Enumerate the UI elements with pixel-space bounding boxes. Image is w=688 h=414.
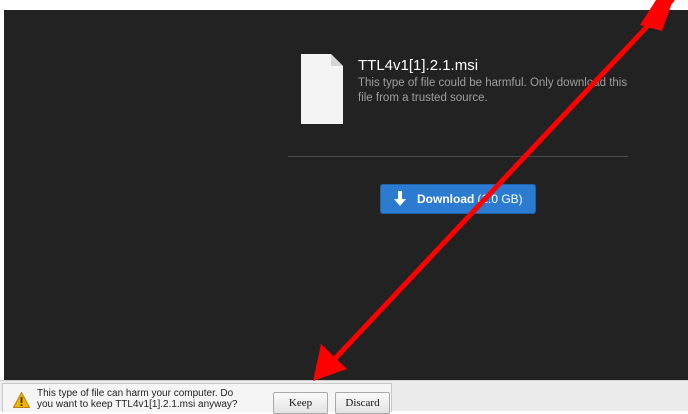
- download-warning-message: This type of file can harm your computer…: [37, 388, 267, 410]
- message-line-2: you want to keep TTL4v1[1].2.1.msi anywa…: [37, 399, 238, 410]
- download-label: Download: [417, 192, 475, 206]
- message-line-1: This type of file can harm your computer…: [37, 388, 234, 399]
- download-size: (1.0 GB): [477, 192, 523, 206]
- file-name: TTL4v1[1].2.1.msi: [358, 57, 479, 74]
- file-icon: [301, 54, 343, 124]
- download-button[interactable]: Download (1.0 GB): [380, 184, 536, 214]
- download-notification: This type of file can harm your computer…: [2, 383, 392, 414]
- divider: [288, 156, 628, 157]
- harmful-warning-text: This type of file could be harmful. Only…: [358, 77, 628, 104]
- browser-screen: TTL4v1[1].2.1.msi This type of file coul…: [0, 0, 688, 414]
- download-bar: This type of file can harm your computer…: [0, 380, 688, 414]
- warning-icon: [13, 392, 30, 408]
- download-page: [4, 10, 688, 380]
- download-arrow-icon: [394, 191, 406, 206]
